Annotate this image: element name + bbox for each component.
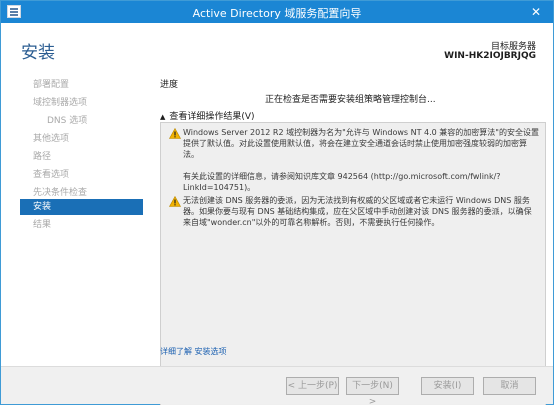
result-paragraph: 有关此设置的详细信息，请参阅知识库文章 942564 (http://go.mi… (183, 172, 501, 192)
next-button[interactable]: 下一步(N) > (346, 377, 399, 405)
title-bar[interactable]: Active Directory 域服务配置向导 ✕ (1, 1, 553, 23)
page-title: 安装 (21, 43, 55, 63)
install-button[interactable]: 安装(I) (421, 377, 474, 395)
target-server-name: WIN-HK2IOJBRJQG (444, 51, 536, 61)
expand-arrow-icon: ▲ (160, 113, 166, 121)
close-icon[interactable]: ✕ (527, 4, 545, 20)
view-details-label: 查看详细操作结果(V) (169, 112, 255, 122)
window-title: Active Directory 域服务配置向导 (192, 7, 362, 20)
nav-item-results[interactable]: 结果 (20, 217, 143, 233)
progress-label: 进度 (160, 80, 179, 90)
result-paragraph: 无法创建该 DNS 服务器的委派，因为无法找到有权威的父区域或者它未运行 Win… (183, 196, 532, 227)
result-message: 无法创建该 DNS 服务器的委派，因为无法找到有权威的父区域或者它未运行 Win… (183, 195, 539, 239)
progress-status: 正在检查是否需要安装组策略管理控制台... (265, 95, 436, 105)
nav-item-additional-options[interactable]: 其他选项 (20, 131, 143, 147)
nav-item-installation[interactable]: 安装 (20, 199, 143, 215)
result-message: Windows Server 2012 R2 域控制器为名为"允许与 Windo… (183, 127, 539, 204)
wizard-header: 安装 目标服务器 WIN-HK2IOJBRJQG (1, 23, 553, 73)
wizard-window: Active Directory 域服务配置向导 ✕ 安装 目标服务器 WIN-… (0, 0, 554, 405)
nav-item-deployment-config[interactable]: 部署配置 (20, 77, 143, 93)
results-panel[interactable]: Windows Server 2012 R2 域控制器为名为"允许与 Windo… (160, 122, 546, 405)
result-paragraph: Windows Server 2012 R2 域控制器为名为"允许与 Windo… (183, 128, 539, 159)
warning-icon (169, 196, 181, 207)
wizard-footer: < 上一步(P) 下一步(N) > 安装(I) 取消 (1, 366, 553, 405)
nav-item-dc-options[interactable]: 域控制器选项 (20, 95, 143, 111)
cancel-button[interactable]: 取消 (483, 377, 536, 395)
learn-more-link[interactable]: 详细了解 安装选项 (160, 346, 227, 357)
nav-item-review-options[interactable]: 查看选项 (20, 167, 143, 183)
previous-button[interactable]: < 上一步(P) (286, 377, 339, 395)
view-details-toggle[interactable]: ▲ 查看详细操作结果(V) (160, 109, 255, 122)
nav-item-paths[interactable]: 路径 (20, 149, 143, 165)
nav-item-dns-options[interactable]: DNS 选项 (20, 113, 143, 129)
warning-icon (169, 128, 181, 139)
